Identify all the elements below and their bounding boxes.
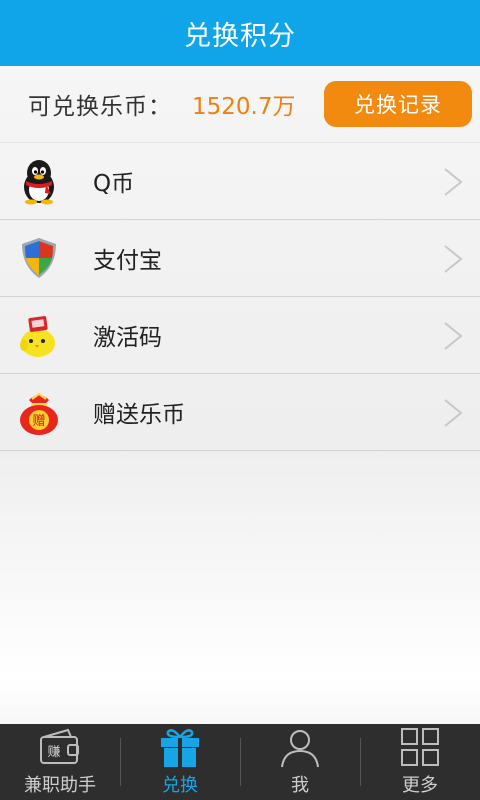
- tab-label: 兼职助手: [24, 775, 96, 796]
- tab-me[interactable]: 我: [240, 724, 360, 800]
- tab-label: 兑换: [162, 775, 198, 796]
- balance-bar: 可兑换乐币： 1520.7万 兑换记录: [0, 66, 480, 142]
- exchange-list: Q币 支付宝 激活码 赠 赠送乐币: [0, 142, 480, 451]
- alipay-shield-icon: [15, 234, 63, 282]
- list-item-activation-code[interactable]: 激活码: [0, 297, 480, 374]
- balance-value: 1520.7万: [192, 94, 296, 120]
- tab-exchange[interactable]: 兑换: [120, 724, 240, 800]
- wallet-earn-icon: 赚: [38, 727, 82, 769]
- chevron-right-icon: [442, 321, 464, 351]
- list-item-label: Q币: [93, 171, 135, 197]
- list-item-label: 支付宝: [93, 248, 162, 274]
- tab-label: 我: [291, 775, 309, 796]
- list-item-gift-coins[interactable]: 赠 赠送乐币: [0, 374, 480, 451]
- tab-more[interactable]: 更多: [360, 724, 480, 800]
- chick-gift-icon: [15, 311, 63, 359]
- qq-penguin-icon: [15, 157, 63, 205]
- list-item-label: 赠送乐币: [93, 402, 185, 428]
- list-item-qcoin[interactable]: Q币: [0, 142, 480, 220]
- gift-bag-icon: 赠: [15, 388, 63, 436]
- balance-label: 可兑换乐币：: [28, 94, 172, 120]
- app-header: 兑换积分: [0, 0, 480, 66]
- exchange-record-button[interactable]: 兑换记录: [324, 81, 472, 127]
- chevron-right-icon: [442, 167, 464, 197]
- tab-label: 更多: [402, 775, 438, 796]
- list-item-alipay[interactable]: 支付宝: [0, 220, 480, 297]
- tab-part-time-assistant[interactable]: 赚 兼职助手: [0, 724, 120, 800]
- gift-icon: [158, 727, 202, 769]
- page-title: 兑换积分: [184, 20, 296, 52]
- user-icon: [278, 727, 322, 769]
- bottom-tab-bar: 赚 兼职助手 兑换 我 更多: [0, 724, 480, 800]
- chevron-right-icon: [442, 244, 464, 274]
- chevron-right-icon: [442, 398, 464, 428]
- list-item-label: 激活码: [93, 325, 162, 351]
- svg-text:赚: 赚: [47, 744, 60, 760]
- grid-icon: [398, 727, 442, 769]
- svg-text:赠: 赠: [32, 414, 45, 429]
